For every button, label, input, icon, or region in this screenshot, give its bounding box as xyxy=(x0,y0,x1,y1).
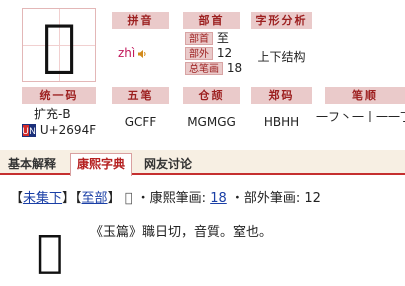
unicode-ext: 扩充-B xyxy=(34,107,71,121)
pinyin-text: zhì xyxy=(118,46,136,60)
header-zixing: 字形分析 xyxy=(251,12,312,29)
kangxi-info-line: 【未集下】【至部】 𧇡 ・康熙筆画: 18 ・部外筆画: 12 xyxy=(10,191,321,206)
header-bushou: 部首 xyxy=(183,12,240,29)
header-zhengma: 郑码 xyxy=(251,87,312,104)
header-tongyi: 统一码 xyxy=(22,87,96,104)
wubi-value: GCFF xyxy=(124,115,157,129)
svg-text:U: U xyxy=(22,126,29,136)
zongbihua-label: 总笔画 xyxy=(185,62,223,75)
tab-kangxi-dictionary[interactable]: 康熙字典 xyxy=(70,153,133,176)
unicode-logo-icon[interactable]: UN xyxy=(22,124,36,137)
zixing-value: 上下结构 xyxy=(257,50,306,64)
header-pinyin: 拼音 xyxy=(112,12,169,29)
bushou-value: 至 xyxy=(216,31,229,45)
header-cangjie: 仓颉 xyxy=(183,87,240,104)
bishun-value: 一フ丶一丨一一丁 xyxy=(316,110,405,124)
kangxi-bihua-value[interactable]: 18 xyxy=(210,191,227,206)
pinyin-cell: zhì xyxy=(118,46,168,60)
unicode-cell: 扩充-B UN U+2694F xyxy=(22,106,102,138)
zhi-bu-link[interactable]: 至部 xyxy=(82,191,108,206)
buwai-label: 部外 xyxy=(185,47,213,60)
tab-bar: 基本解释 康熙字典 网友讨论 xyxy=(0,150,405,176)
speaker-icon[interactable] xyxy=(137,49,147,59)
zongbihua-value: 18 xyxy=(226,61,243,75)
kangxi-definition: 《玉篇》職日切，音質。窒也。 xyxy=(90,225,273,240)
inline-character: 𧇡 xyxy=(124,191,133,206)
buwai-bihua-value: 12 xyxy=(304,191,321,206)
tab-user-discussion[interactable]: 网友讨论 xyxy=(138,154,198,175)
header-wubi: 五笔 xyxy=(112,87,169,104)
tab-basic-explanation[interactable]: 基本解释 xyxy=(2,154,62,175)
svg-text:N: N xyxy=(29,126,36,136)
bushou-label: 部首 xyxy=(185,32,213,45)
zhengma-value: HBHH xyxy=(263,115,300,129)
buwai-bihua-label: ・部外筆画: xyxy=(230,191,301,206)
main-character: 𧇡 xyxy=(42,12,76,78)
buwai-value: 12 xyxy=(216,46,233,60)
character-display-box: 𧇡 xyxy=(22,8,96,82)
cangjie-value: MGMGG xyxy=(187,115,236,129)
unicode-code: U+2694F xyxy=(39,123,97,137)
header-bishun: 笔顺 xyxy=(325,87,405,104)
wei-ji-link[interactable]: 未集下 xyxy=(23,191,62,206)
bushou-cell: 部首 至 部外 12 总笔画 18 xyxy=(185,31,255,76)
kangxi-bihua-label: ・康熙筆画: xyxy=(136,191,207,206)
kangxi-character-image: 𧇡 xyxy=(36,226,64,277)
